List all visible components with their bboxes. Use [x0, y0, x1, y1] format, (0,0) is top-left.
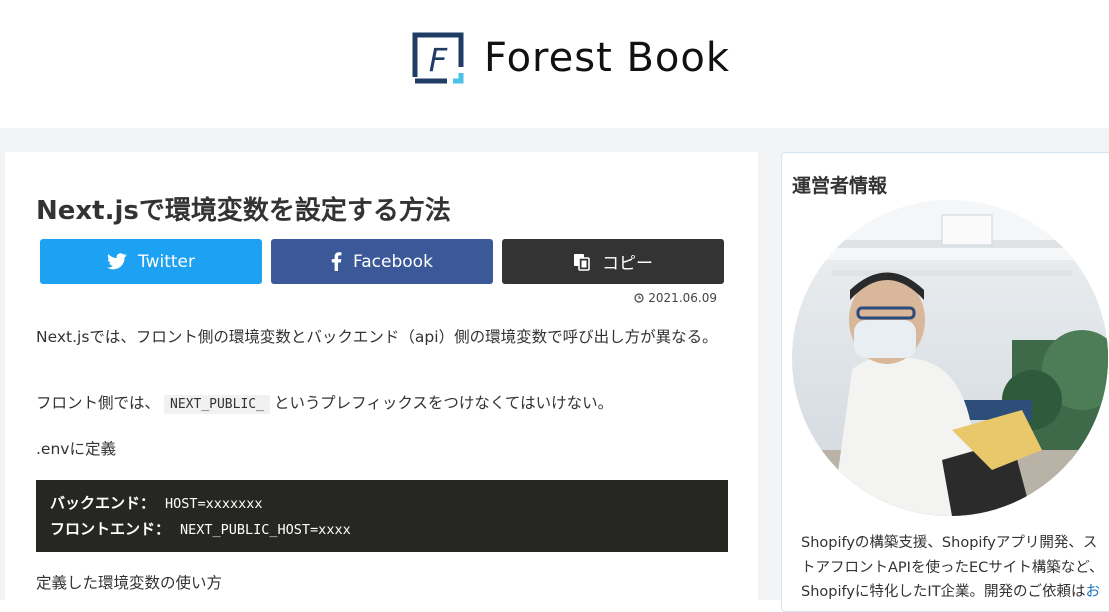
post-date-text: 2021.06.09	[648, 291, 717, 305]
logo-mark-icon: F	[411, 31, 465, 85]
clock-icon	[634, 293, 644, 303]
code-line-key: フロントエンド：	[50, 520, 171, 538]
share-twitter-button[interactable]: Twitter	[40, 239, 262, 284]
sidebar-bio-text: Shopifyの構築支援、Shopifyアプリ開発、ストアフロントAPIを使った…	[801, 535, 1104, 600]
code-line: バックエンド： HOST=xxxxxxx	[50, 491, 714, 517]
code-line-key: バックエンド：	[50, 494, 156, 512]
contact-link[interactable]: お	[1086, 584, 1101, 600]
share-facebook-button[interactable]: Facebook	[271, 239, 493, 284]
article-card: Next.jsで環境変数を設定する方法 Twitter Facebook コピー…	[5, 152, 758, 612]
inline-code-prefix: NEXT_PUBLIC_	[164, 395, 270, 414]
post-date: 2021.06.09	[634, 291, 717, 305]
site-header: F Forest Book	[0, 0, 1109, 128]
code-line: フロントエンド： NEXT_PUBLIC_HOST=xxxx	[50, 517, 714, 543]
code-block: バックエンド： HOST=xxxxxxx フロントエンド： NEXT_PUBLIC_…	[36, 480, 728, 552]
paragraph-prefix-after: というプレフィックスをつけなくてはいけない。	[273, 394, 614, 412]
sidebar-bio: Shopifyの構築支援、Shopifyアプリ開発、ストアフロントAPIを使った…	[801, 531, 1109, 605]
twitter-bird-icon	[107, 253, 127, 270]
code-line-value: HOST=xxxxxxx	[165, 496, 263, 512]
article-title: Next.jsで環境変数を設定する方法	[36, 196, 451, 226]
logo-letter: F	[429, 41, 448, 79]
paragraph-prefix-before: フロント側では、	[36, 394, 161, 412]
copy-icon	[573, 253, 591, 271]
share-twitter-label: Twitter	[138, 251, 195, 272]
share-copy-button[interactable]: コピー	[502, 239, 724, 284]
paragraph-prefix: フロント側では、 NEXT_PUBLIC_ というプレフィックスをつけなくてはいけな…	[36, 390, 613, 418]
facebook-f-icon	[331, 252, 342, 271]
paragraph-env-define: .envに定義	[36, 440, 116, 458]
site-name: Forest Book	[484, 35, 731, 81]
sidebar-profile-card: 運営者情報 Shopifyの構築支援、Shopifyアプリ開発、ストアフロントA…	[781, 152, 1109, 612]
code-line-value: NEXT_PUBLIC_HOST=xxxx	[180, 522, 351, 538]
share-facebook-label: Facebook	[353, 251, 433, 272]
author-avatar	[792, 200, 1108, 516]
paragraph-usage: 定義した環境変数の使い方	[36, 574, 223, 592]
share-copy-label: コピー	[602, 254, 653, 274]
site-logo[interactable]: F Forest Book	[411, 31, 730, 85]
paragraph-intro: Next.jsでは、フロント側の環境変数とバックエンド（api）側の環境変数で呼…	[36, 328, 718, 346]
sidebar-title: 運営者情報	[792, 175, 888, 197]
